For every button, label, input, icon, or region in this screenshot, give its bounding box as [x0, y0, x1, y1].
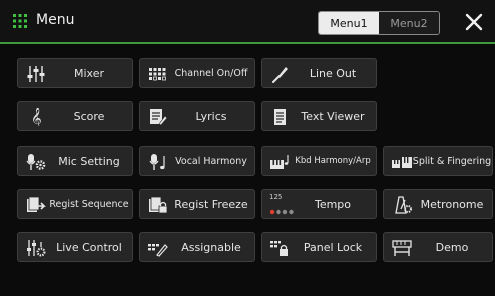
tempo-value: 125: [269, 193, 283, 201]
tempo-button[interactable]: 125 Tempo: [261, 189, 377, 219]
page-title: Menu: [36, 12, 75, 28]
treble-clef-icon: 𝄞: [31, 108, 42, 126]
menu-tabs: Menu1 Menu2: [318, 11, 440, 35]
live-control-button[interactable]: Live Control: [17, 232, 133, 262]
line-out-plug-icon: [272, 67, 288, 83]
tempo-dots-icon: [269, 209, 294, 215]
metronome-icon: [395, 196, 412, 214]
mic-setting-label: Mic Setting: [58, 154, 120, 168]
vocal-harmony-label: Vocal Harmony: [175, 155, 247, 167]
assignable-label: Assignable: [181, 240, 241, 254]
mixer-faders-icon: [27, 66, 45, 82]
score-label: Score: [73, 109, 105, 123]
kbd-harmony-button[interactable]: Kbd Harmony/Arp: [261, 146, 377, 176]
line-out-label: Line Out: [309, 66, 357, 80]
metronome-button[interactable]: Metronome: [383, 189, 493, 219]
assignable-pen-icon: [148, 244, 168, 257]
split-fingering-label: Split & Fingering: [412, 155, 492, 167]
channel-onoff-label: Channel On/Off: [174, 67, 248, 79]
menu-header: Menu Menu1 Menu2: [0, 0, 495, 44]
mixer-button[interactable]: Mixer: [17, 58, 133, 88]
lyrics-button[interactable]: Lyrics: [139, 101, 255, 131]
demo-button[interactable]: Demo: [383, 232, 493, 262]
regist-sequence-label: Regist Sequence: [49, 198, 129, 210]
panel-lock-button[interactable]: Panel Lock: [261, 232, 377, 262]
demo-keyboard-stand-icon: [392, 240, 412, 256]
registration-sequence-icon: [27, 196, 46, 212]
score-button[interactable]: 𝄞 Score: [17, 101, 133, 131]
metronome-label: Metronome: [420, 197, 484, 211]
regist-sequence-button[interactable]: Regist Sequence: [17, 189, 133, 219]
live-control-label: Live Control: [56, 240, 122, 254]
mixer-label: Mixer: [73, 66, 104, 80]
lyrics-document-icon: [150, 109, 168, 126]
keyboard-note-icon: [270, 155, 289, 169]
channel-grid-icon: [149, 68, 166, 81]
line-out-button[interactable]: Line Out: [261, 58, 377, 88]
registration-lock-icon: [149, 196, 168, 214]
tab-menu1[interactable]: Menu1: [319, 12, 379, 34]
channel-onoff-button[interactable]: Channel On/Off: [139, 58, 255, 88]
regist-freeze-button[interactable]: Regist Freeze: [139, 189, 255, 219]
tab-menu2[interactable]: Menu2: [379, 12, 439, 34]
demo-label: Demo: [435, 240, 469, 254]
tempo-label: Tempo: [314, 197, 352, 211]
assignable-button[interactable]: Assignable: [139, 232, 255, 262]
svg-text:𝄞: 𝄞: [31, 108, 42, 126]
panel-lock-icon: [270, 241, 288, 256]
text-viewer-button[interactable]: Text Viewer: [261, 101, 377, 131]
mic-gear-icon: [26, 154, 46, 170]
mic-setting-button[interactable]: Mic Setting: [17, 146, 133, 176]
panel-lock-label: Panel Lock: [303, 240, 363, 254]
mic-note-icon: [149, 154, 165, 170]
live-control-knobs-icon: [27, 240, 46, 257]
vocal-harmony-button[interactable]: Vocal Harmony: [139, 146, 255, 176]
close-icon[interactable]: [462, 10, 486, 34]
regist-freeze-label: Regist Freeze: [174, 197, 248, 211]
keyboard-split-icon: [392, 157, 412, 168]
split-fingering-button[interactable]: Split & Fingering: [383, 146, 493, 176]
text-viewer-label: Text Viewer: [301, 109, 365, 123]
grid-menu-icon: [13, 14, 27, 28]
kbd-harmony-label: Kbd Harmony/Arp: [295, 156, 371, 166]
text-document-icon: [274, 109, 286, 125]
lyrics-label: Lyrics: [195, 109, 227, 123]
